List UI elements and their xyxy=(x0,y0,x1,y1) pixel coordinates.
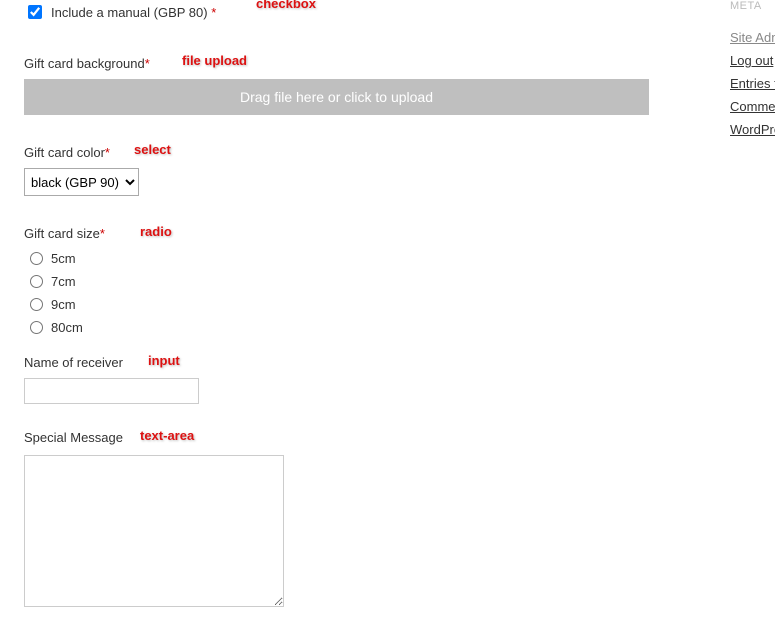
sidebar-heading: META xyxy=(730,0,775,12)
required-asterisk: * xyxy=(145,56,150,71)
sidebar-link-comments[interactable]: Comments feed xyxy=(730,99,775,114)
annotation-textarea: text-area xyxy=(140,428,194,443)
size-radio[interactable] xyxy=(30,298,43,311)
required-asterisk: * xyxy=(105,145,110,160)
annotation-radio: radio xyxy=(140,224,172,239)
message-label: Special Message xyxy=(24,430,123,445)
background-upload-zone[interactable]: Drag file here or click to upload xyxy=(24,79,649,115)
size-radio[interactable] xyxy=(30,321,43,334)
size-radio-label: 9cm xyxy=(51,297,76,312)
size-radio[interactable] xyxy=(30,275,43,288)
background-label: Gift card background* xyxy=(24,56,150,71)
include-manual-label: Include a manual (GBP 80) * xyxy=(51,5,216,20)
sidebar-link-site-admin[interactable]: Site Admin xyxy=(730,30,775,45)
sidebar-link-entries[interactable]: Entries feed xyxy=(730,76,775,91)
sidebar-link-log-out[interactable]: Log out xyxy=(730,53,775,68)
annotation-file-upload: file upload xyxy=(182,53,247,68)
receiver-input[interactable] xyxy=(24,378,199,404)
annotation-checkbox: checkbox xyxy=(256,0,316,11)
receiver-label: Name of receiver xyxy=(24,355,123,370)
annotation-select: select xyxy=(134,142,171,157)
annotation-input: input xyxy=(148,353,180,368)
color-select[interactable]: black (GBP 90) xyxy=(24,168,139,196)
color-label: Gift card color* xyxy=(24,145,110,160)
required-asterisk: * xyxy=(100,226,105,241)
size-radio[interactable] xyxy=(30,252,43,265)
size-label: Gift card size* xyxy=(24,226,105,241)
message-textarea[interactable] xyxy=(24,455,284,607)
size-radio-label: 5cm xyxy=(51,251,76,266)
required-asterisk: * xyxy=(211,5,216,20)
size-radio-label: 7cm xyxy=(51,274,76,289)
include-manual-checkbox[interactable] xyxy=(28,5,42,19)
size-radio-label: 80cm xyxy=(51,320,83,335)
sidebar-link-wordpress[interactable]: WordPress.org xyxy=(730,122,775,137)
